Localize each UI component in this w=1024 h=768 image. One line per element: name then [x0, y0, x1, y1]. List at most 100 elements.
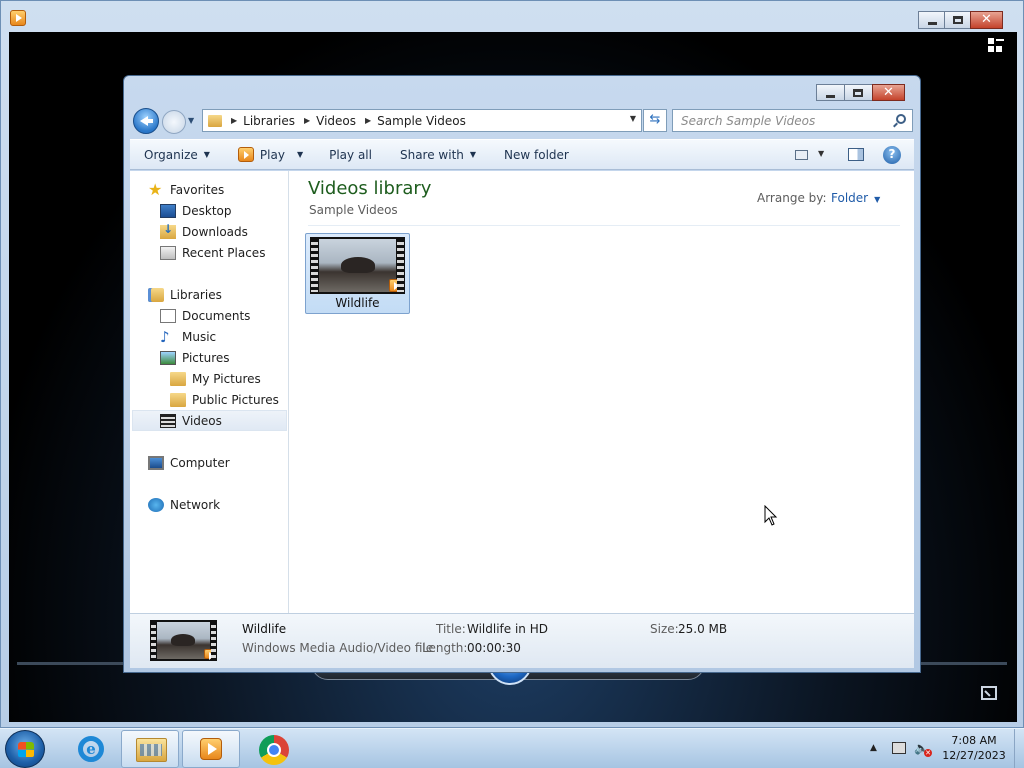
explorer-caption-buttons: ✕	[816, 84, 905, 101]
chevron-down-icon: ▼	[296, 150, 304, 159]
music-icon: ♪	[160, 327, 170, 346]
play-all-button[interactable]: Play all	[323, 148, 378, 162]
refresh-button[interactable]: ⇆	[643, 109, 667, 132]
close-button[interactable]: ✕	[970, 11, 1003, 29]
libraries-icon	[148, 287, 164, 302]
nav-label: Network	[170, 497, 221, 512]
address-history-dropdown[interactable]: ▼	[630, 114, 636, 123]
chevron-right-icon[interactable]: ▶	[365, 116, 371, 125]
taskbar-windows-media-player[interactable]	[182, 730, 240, 768]
show-desktop-button[interactable]	[1014, 729, 1024, 768]
nav-item-libraries[interactable]: Libraries	[148, 284, 222, 305]
nav-item-desktop[interactable]: Desktop	[160, 200, 232, 221]
taskbar: e ▲ 🔈 ✕ 7:08 AM 12/27/2023	[0, 728, 1024, 768]
back-button[interactable]	[133, 108, 159, 134]
volume-tray-icon[interactable]: 🔈 ✕	[914, 741, 932, 757]
preview-pane-icon[interactable]	[848, 148, 864, 161]
navigation-bar: ▼ ▶ Libraries ▶ Videos ▶ Sample Videos ▼…	[132, 106, 914, 136]
taskbar-internet-explorer[interactable]: e	[60, 730, 118, 768]
nav-item-downloads[interactable]: Downloads	[160, 221, 248, 242]
fullscreen-button[interactable]	[981, 686, 997, 700]
minimize-icon	[928, 22, 937, 25]
share-with-label: Share with	[399, 147, 464, 162]
nav-item-my-pictures[interactable]: My Pictures	[170, 368, 261, 389]
file-item-wildlife[interactable]: Wildlife	[305, 233, 410, 314]
nav-label: Favorites	[170, 182, 225, 197]
nav-item-music[interactable]: ♪ Music	[160, 326, 216, 347]
nav-item-documents[interactable]: Documents	[160, 305, 250, 326]
pictures-icon	[160, 350, 176, 365]
nav-label: My Pictures	[192, 371, 261, 386]
search-box[interactable]	[672, 109, 913, 132]
documents-icon	[160, 308, 176, 323]
maximize-button[interactable]	[944, 11, 971, 29]
search-input[interactable]	[673, 110, 883, 131]
search-icon[interactable]	[896, 114, 906, 124]
video-thumbnail	[310, 237, 405, 294]
network-tray-icon[interactable]	[892, 742, 906, 754]
arrange-by-dropdown[interactable]: Folder ▼	[831, 191, 880, 205]
nav-item-public-pictures[interactable]: Public Pictures	[170, 389, 279, 410]
minimize-button[interactable]	[918, 11, 945, 29]
recent-pages-dropdown[interactable]: ▼	[188, 116, 194, 125]
folder-icon	[170, 392, 186, 407]
show-hidden-icons-button[interactable]: ▲	[870, 743, 877, 753]
nav-label: Computer	[170, 455, 230, 470]
help-icon[interactable]: ?	[883, 146, 901, 164]
share-with-button[interactable]: Share with ▼	[394, 148, 482, 162]
system-clock[interactable]: 7:08 AM 12/27/2023	[938, 733, 1010, 763]
forward-button[interactable]	[162, 110, 186, 134]
internet-explorer-icon: e	[78, 736, 104, 762]
play-menu-button[interactable]: Play ▼	[232, 147, 309, 162]
chevron-right-icon[interactable]: ▶	[231, 116, 237, 125]
desktop-icon	[160, 203, 176, 218]
organize-label: Organize	[144, 147, 198, 162]
selected-file-thumbnail	[150, 620, 217, 661]
explorer-maximize-button[interactable]	[844, 84, 873, 101]
divider	[308, 225, 900, 226]
details-title-value[interactable]: Wildlife in HD	[467, 622, 548, 636]
media-player-titlebar[interactable]: ✕	[1, 1, 1023, 33]
play-label: Play	[259, 147, 285, 162]
chevron-right-icon[interactable]: ▶	[304, 116, 310, 125]
nav-label: Pictures	[182, 350, 230, 365]
navigation-pane: ★ Favorites Desktop Downloads Recent Plac…	[130, 171, 289, 613]
media-player-icon	[200, 738, 222, 760]
nav-label: Downloads	[182, 224, 248, 239]
clock-date: 12/27/2023	[942, 749, 1006, 762]
library-title: Videos library	[308, 178, 432, 199]
chevron-down-icon[interactable]: ▼	[818, 149, 824, 158]
explorer-close-button[interactable]: ✕	[872, 84, 905, 101]
arrange-by-value: Folder	[831, 191, 869, 205]
details-file-type: Windows Media Audio/Video file	[242, 641, 434, 655]
nav-item-pictures[interactable]: Pictures	[160, 347, 230, 368]
nav-item-computer[interactable]: Computer	[148, 452, 230, 473]
new-folder-button[interactable]: New folder	[498, 148, 575, 162]
address-bar[interactable]: ▶ Libraries ▶ Videos ▶ Sample Videos ▼	[202, 109, 642, 132]
switch-to-library-icon	[988, 38, 994, 44]
chevron-down-icon: ▼	[874, 195, 881, 204]
nav-label: Desktop	[182, 203, 232, 218]
nav-item-network[interactable]: Network	[148, 494, 220, 515]
breadcrumb-sample-videos[interactable]: Sample Videos	[377, 114, 466, 128]
switch-to-library-button[interactable]	[988, 38, 1006, 54]
change-view-icon[interactable]	[795, 150, 808, 160]
taskbar-windows-explorer[interactable]	[121, 730, 179, 768]
explorer-minimize-button[interactable]	[816, 84, 845, 101]
details-length-label: Length:	[422, 641, 468, 655]
details-pane: Wildlife Windows Media Audio/Video file …	[130, 613, 914, 668]
breadcrumb-videos[interactable]: Videos	[316, 114, 356, 128]
nav-item-videos[interactable]: Videos	[132, 410, 287, 431]
details-size-label: Size:	[650, 622, 679, 636]
start-button[interactable]	[5, 730, 45, 768]
nav-item-recent-places[interactable]: Recent Places	[160, 242, 265, 263]
nav-item-favorites[interactable]: ★ Favorites	[148, 179, 224, 200]
taskbar-chrome[interactable]	[245, 730, 303, 768]
close-icon: ✕	[883, 85, 894, 100]
organize-button[interactable]: Organize ▼	[138, 148, 216, 162]
media-player-badge-icon	[204, 649, 215, 660]
file-list-pane[interactable]: Videos library Sample Videos Arrange by:…	[290, 171, 914, 613]
media-player-app-icon[interactable]	[10, 10, 26, 26]
breadcrumb-libraries[interactable]: Libraries	[243, 114, 295, 128]
windows-explorer-icon	[136, 738, 167, 762]
